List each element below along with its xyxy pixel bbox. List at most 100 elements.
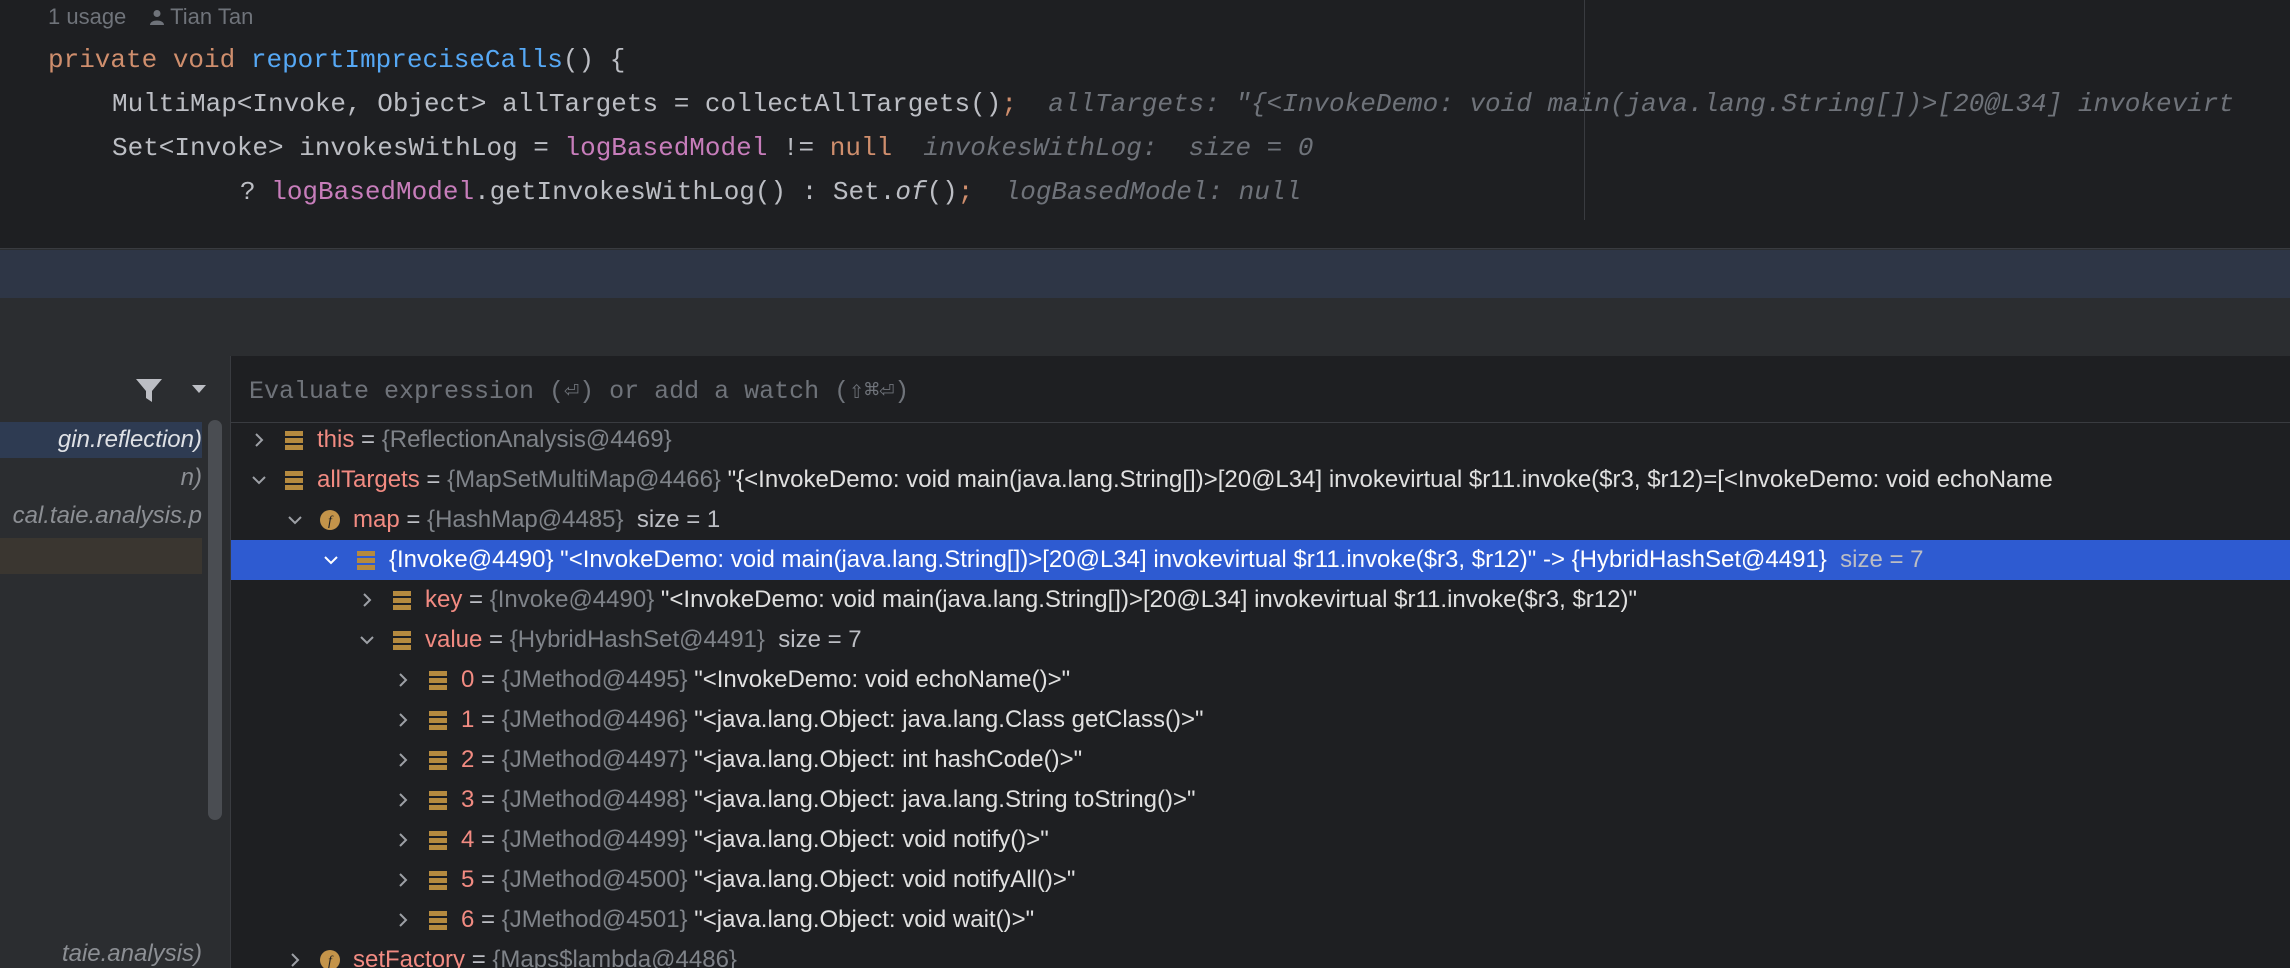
keyword-null: null bbox=[829, 133, 893, 163]
frame-item[interactable] bbox=[0, 538, 202, 574]
variable-type: {JMethod@4496} bbox=[501, 706, 688, 733]
tree-row[interactable]: key = {Invoke@4490} "<InvokeDemo: void m… bbox=[231, 580, 2290, 620]
object-list-icon bbox=[357, 551, 375, 570]
object-list-icon bbox=[429, 791, 447, 810]
chevron-right-icon[interactable] bbox=[395, 832, 411, 848]
chevron-down-icon[interactable] bbox=[251, 472, 267, 488]
code-line-3: Set<Invoke> invokesWithLog = logBasedMod… bbox=[112, 130, 1313, 166]
chevron-right-icon[interactable] bbox=[395, 872, 411, 888]
author-name: Tian Tan bbox=[170, 4, 254, 29]
variable-size: size = 7 bbox=[1826, 546, 1924, 573]
code-vision-hint[interactable]: 1 usage Tian Tan bbox=[48, 4, 253, 30]
object-list-icon bbox=[429, 711, 447, 730]
variable-name: allTargets bbox=[317, 466, 420, 493]
object-list-icon bbox=[429, 871, 447, 890]
variable-type: {JMethod@4499} bbox=[501, 826, 688, 853]
tree-row[interactable]: 0 = {JMethod@4495} "<InvokeDemo: void ec… bbox=[231, 660, 2290, 700]
semicolon: ; bbox=[957, 177, 974, 207]
filter-icon[interactable] bbox=[134, 376, 164, 404]
chevron-right-icon[interactable] bbox=[395, 792, 411, 808]
chevron-right-icon[interactable] bbox=[395, 752, 411, 768]
frames-scrollbar[interactable] bbox=[208, 420, 222, 820]
variable-value: "<InvokeDemo: void main(java.lang.String… bbox=[553, 546, 1827, 573]
usage-count[interactable]: 1 usage bbox=[48, 4, 126, 29]
variable-size: size = 1 bbox=[623, 506, 721, 533]
variable-value: "<java.lang.Object: void notify()>" bbox=[687, 826, 1049, 853]
code-text: () bbox=[926, 177, 958, 207]
variable-type: {MapSetMultiMap@4466} bbox=[447, 466, 721, 493]
keyword-void: void bbox=[172, 45, 236, 75]
chevron-right-icon[interactable] bbox=[395, 712, 411, 728]
tree-row-content: this = {ReflectionAnalysis@4469} bbox=[317, 420, 672, 460]
chevron-right-icon[interactable] bbox=[287, 952, 303, 968]
inline-debug-value[interactable]: invokesWithLog: size = 0 bbox=[923, 133, 1313, 163]
right-margin-guide bbox=[1584, 0, 1585, 220]
tree-row[interactable]: 3 = {JMethod@4498} "<java.lang.Object: j… bbox=[231, 780, 2290, 820]
frame-item[interactable]: taie.analysis) bbox=[0, 936, 202, 968]
frame-item[interactable]: n) bbox=[0, 460, 202, 496]
tree-row[interactable]: value = {HybridHashSet@4491} size = 7 bbox=[231, 620, 2290, 660]
equals-sign: = bbox=[474, 866, 502, 893]
inline-debug-value[interactable]: logBasedModel: null bbox=[1005, 177, 1301, 207]
chevron-down-icon[interactable] bbox=[287, 512, 303, 528]
code-text: ? bbox=[240, 177, 272, 207]
variable-name: value bbox=[425, 626, 483, 653]
variable-type: {JMethod@4500} bbox=[501, 866, 688, 893]
equals-sign: = bbox=[474, 826, 502, 853]
frames-toolbar bbox=[0, 356, 230, 422]
chevron-right-icon[interactable] bbox=[395, 912, 411, 928]
object-list-icon bbox=[429, 671, 447, 690]
tree-row[interactable]: f map = {HashMap@4485} size = 1 bbox=[231, 500, 2290, 540]
tree-row-content: key = {Invoke@4490} "<InvokeDemo: void m… bbox=[425, 580, 1637, 620]
tree-row[interactable]: {Invoke@4490} "<InvokeDemo: void main(ja… bbox=[231, 540, 2290, 580]
variable-name: key bbox=[425, 586, 463, 613]
variable-type: {JMethod@4495} bbox=[501, 666, 688, 693]
object-list-icon bbox=[285, 471, 303, 490]
evaluate-bar bbox=[231, 356, 2290, 423]
variable-value: "<java.lang.Object: java.lang.Class getC… bbox=[687, 706, 1204, 733]
code-text: MultiMap<Invoke, Object> allTargets = co… bbox=[112, 89, 1002, 119]
chevron-right-icon[interactable] bbox=[251, 432, 267, 448]
frame-label: taie.analysis) bbox=[61, 940, 202, 967]
variable-type: {JMethod@4501} bbox=[501, 906, 688, 933]
equals-sign: = bbox=[482, 626, 510, 653]
tree-row[interactable]: allTargets = {MapSetMultiMap@4466} "{<In… bbox=[231, 460, 2290, 500]
equals-sign: = bbox=[465, 946, 493, 968]
tree-row[interactable]: 2 = {JMethod@4497} "<java.lang.Object: i… bbox=[231, 740, 2290, 780]
tree-row[interactable]: 6 = {JMethod@4501} "<java.lang.Object: v… bbox=[231, 900, 2290, 940]
chevron-right-icon[interactable] bbox=[395, 672, 411, 688]
tree-row[interactable]: 5 = {JMethod@4500} "<java.lang.Object: v… bbox=[231, 860, 2290, 900]
evaluate-expression-input[interactable] bbox=[247, 370, 1651, 412]
tree-row-content: 3 = {JMethod@4498} "<java.lang.Object: j… bbox=[461, 780, 1196, 820]
equals-sign: = bbox=[354, 426, 382, 453]
person-icon bbox=[150, 10, 165, 25]
code-editor[interactable]: 1 usage Tian Tan private void reportImpr… bbox=[0, 0, 2290, 220]
frame-item[interactable]: cal.taie.analysis.p bbox=[0, 498, 202, 534]
inline-debug-value[interactable]: allTargets: "{<InvokeDemo: void main(jav… bbox=[1048, 89, 2234, 119]
variable-value: "<java.lang.Object: void notifyAll()>" bbox=[687, 866, 1076, 893]
tree-row-content: 5 = {JMethod@4500} "<java.lang.Object: v… bbox=[461, 860, 1075, 900]
frame-label: cal.taie.analysis.p bbox=[12, 502, 202, 529]
variable-value: "<java.lang.Object: int hashCode()>" bbox=[687, 746, 1083, 773]
method-name: reportImpreciseCalls bbox=[250, 45, 563, 75]
variable-name: setFactory bbox=[353, 946, 466, 968]
tree-row[interactable]: f setFactory = {Maps$lambda@4486} bbox=[231, 940, 2290, 968]
tree-row[interactable]: this = {ReflectionAnalysis@4469} bbox=[231, 420, 2290, 460]
variable-value: "<java.lang.Object: java.lang.String toS… bbox=[687, 786, 1196, 813]
chevron-down-icon[interactable] bbox=[323, 552, 339, 568]
variable-name: map bbox=[353, 506, 400, 533]
tree-row-content: 4 = {JMethod@4499} "<java.lang.Object: v… bbox=[461, 820, 1049, 860]
variable-value: "{<InvokeDemo: void main(java.lang.Strin… bbox=[720, 466, 2053, 493]
tree-row[interactable]: 4 = {JMethod@4499} "<java.lang.Object: v… bbox=[231, 820, 2290, 860]
chevron-right-icon[interactable] bbox=[359, 592, 375, 608]
chevron-down-icon[interactable] bbox=[359, 632, 375, 648]
variable-type: {HashMap@4485} bbox=[427, 506, 624, 533]
code-line-4: ? logBasedModel.getInvokesWithLog() : Se… bbox=[240, 174, 1301, 210]
code-text: .getInvokesWithLog() : Set. bbox=[474, 177, 896, 207]
chevron-down-icon[interactable] bbox=[190, 382, 208, 396]
object-list-icon bbox=[429, 831, 447, 850]
tree-row-content: map = {HashMap@4485} size = 1 bbox=[353, 500, 720, 540]
frame-item[interactable]: gin.reflection) bbox=[0, 422, 202, 458]
tree-row-content: 0 = {JMethod@4495} "<InvokeDemo: void ec… bbox=[461, 660, 1070, 700]
tree-row[interactable]: 1 = {JMethod@4496} "<java.lang.Object: j… bbox=[231, 700, 2290, 740]
